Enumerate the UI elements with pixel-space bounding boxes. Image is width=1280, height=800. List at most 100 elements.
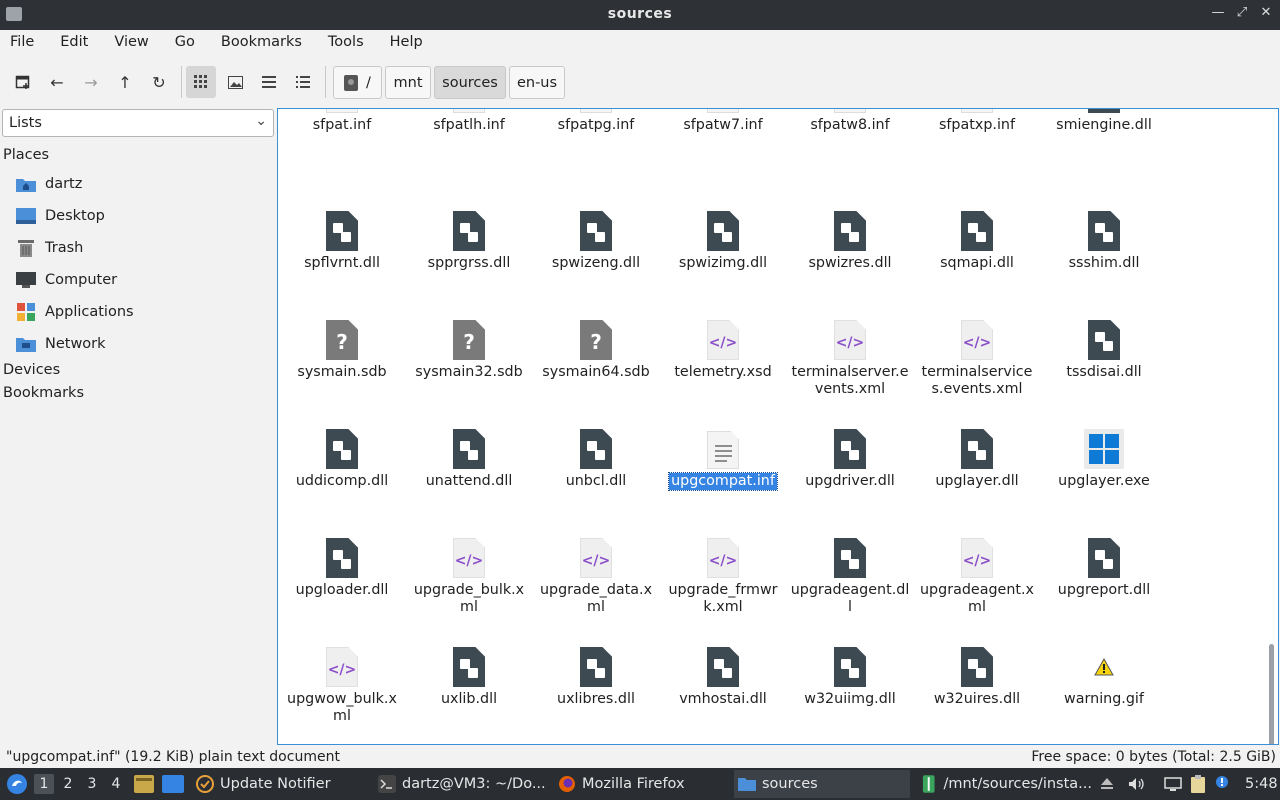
file-item[interactable]: sfpat.inf — [280, 109, 404, 134]
file-manager-launcher[interactable] — [134, 768, 154, 800]
file-name: upglayer.exe — [1058, 473, 1150, 489]
file-item[interactable]: spwizres.dll — [788, 205, 912, 272]
place-home[interactable]: dartz — [16, 171, 82, 197]
file-item[interactable]: ? sysmain64.sdb — [534, 314, 658, 381]
file-item[interactable]: </> upgwow_bulk.xml — [280, 641, 404, 725]
notification-icon[interactable] — [1214, 768, 1230, 800]
file-item[interactable]: sfpatlh.inf — [407, 109, 531, 134]
file-item[interactable]: </> telemetry.xsd — [661, 314, 785, 381]
menu-view[interactable]: View — [114, 30, 158, 56]
new-tab-button[interactable] — [8, 66, 38, 98]
back-button[interactable]: ← — [42, 66, 72, 98]
file-item[interactable]: sfpatw7.inf — [661, 109, 785, 134]
menu-file[interactable]: File — [10, 30, 44, 56]
file-item[interactable]: unbcl.dll — [534, 423, 658, 490]
file-item[interactable]: spprgrss.dll — [407, 205, 531, 272]
file-item[interactable]: ? sysmain32.sdb — [407, 314, 531, 381]
path-segment-mnt[interactable]: mnt — [385, 66, 431, 99]
thumbnail-view-button[interactable] — [220, 66, 250, 98]
menu-help[interactable]: Help — [390, 30, 433, 56]
file-item[interactable]: upgcompat.inf — [661, 423, 785, 491]
file-item[interactable]: vmhostai.dll — [661, 641, 785, 708]
eject-tray-icon[interactable] — [1100, 768, 1114, 800]
detailed-list-view-button[interactable] — [288, 66, 318, 98]
workspace-2[interactable]: 2 — [58, 774, 78, 794]
file-item[interactable]: upgradeagent.dll — [788, 532, 912, 616]
file-item[interactable]: upglayer.exe — [1042, 423, 1166, 490]
path-segment-en-us[interactable]: en-us — [509, 66, 565, 99]
menu-edit[interactable]: Edit — [60, 30, 98, 56]
place-label: Trash — [45, 240, 84, 256]
place-computer[interactable]: Computer — [16, 267, 117, 293]
path-root-button[interactable]: / — [333, 66, 382, 99]
reload-button[interactable]: ↻ — [144, 66, 174, 98]
file-name: tssdisai.dll — [1066, 364, 1142, 380]
library-file-icon — [580, 647, 612, 687]
minimize-button[interactable]: — — [1210, 5, 1226, 20]
menu-bookmarks[interactable]: Bookmarks — [221, 30, 312, 56]
file-item[interactable]: spflvrnt.dll — [280, 205, 404, 272]
task-terminal[interactable]: dartz@VM3: ~/Do... — [374, 770, 548, 798]
file-item[interactable]: upgreport.dll — [1042, 532, 1166, 599]
reload-icon: ↻ — [152, 72, 166, 92]
volume-icon[interactable] — [1128, 768, 1144, 800]
clock[interactable]: 5:48 — [1245, 768, 1278, 800]
maximize-button[interactable]: ⤢ — [1234, 5, 1250, 20]
vertical-scrollbar[interactable] — [1269, 644, 1274, 744]
workspace-3[interactable]: 3 — [82, 774, 102, 794]
file-item[interactable]: </> upgradeagent.xml — [915, 532, 1039, 616]
clipboard-icon[interactable] — [1190, 768, 1206, 800]
task-update-notifier[interactable]: Update Notifier — [192, 770, 368, 798]
file-item[interactable]: uxlib.dll — [407, 641, 531, 708]
menu-tools[interactable]: Tools — [328, 30, 374, 56]
file-item[interactable]: spwizimg.dll — [661, 205, 785, 272]
forward-button[interactable]: → — [76, 66, 106, 98]
workspace-1[interactable]: 1 — [34, 774, 54, 794]
side-pane-mode-select[interactable]: Lists ⌄ — [2, 109, 274, 137]
path-segment-sources[interactable]: sources — [434, 66, 506, 99]
place-network[interactable]: Network — [16, 331, 106, 357]
file-item[interactable]: sfpatxp.inf — [915, 109, 1039, 134]
start-menu-button[interactable] — [6, 768, 28, 800]
file-item[interactable]: sfpatw8.inf — [788, 109, 912, 134]
task-installer[interactable]: /mnt/sources/insta... — [916, 770, 1092, 798]
file-item[interactable]: warning.gif — [1042, 641, 1166, 708]
file-item[interactable]: upgdriver.dll — [788, 423, 912, 490]
show-desktop-launcher[interactable] — [162, 768, 184, 800]
workspace-4[interactable]: 4 — [106, 774, 126, 794]
close-button[interactable]: ✕ — [1258, 5, 1274, 20]
selection-status: "upgcompat.inf" (19.2 KiB) plain text do… — [6, 749, 340, 765]
file-item[interactable]: </> terminalserver.events.xml — [788, 314, 912, 398]
parent-folder-button[interactable]: ↑ — [110, 66, 140, 98]
file-item[interactable]: unattend.dll — [407, 423, 531, 490]
file-item[interactable]: upglayer.dll — [915, 423, 1039, 490]
file-item[interactable]: spwizeng.dll — [534, 205, 658, 272]
file-item[interactable]: upgloader.dll — [280, 532, 404, 599]
task-sources[interactable]: sources — [734, 770, 910, 798]
file-item[interactable]: smiengine.dll — [1042, 109, 1166, 134]
menu-go[interactable]: Go — [175, 30, 205, 56]
bookmarks-heading[interactable]: Bookmarks — [3, 385, 84, 401]
place-applications[interactable]: Applications — [16, 299, 134, 325]
file-item[interactable]: </> upgrade_bulk.xml — [407, 532, 531, 616]
file-item[interactable]: w32uires.dll — [915, 641, 1039, 708]
file-item[interactable]: sqmapi.dll — [915, 205, 1039, 272]
devices-heading[interactable]: Devices — [3, 362, 60, 378]
folder-view[interactable]: sfpat.inf sfpatlh.inf sfpatpg.inf sfpatw7.i… — [277, 108, 1279, 745]
file-item[interactable]: tssdisai.dll — [1042, 314, 1166, 381]
file-item[interactable]: </> upgrade_frmwrk.xml — [661, 532, 785, 616]
file-item[interactable]: ? sysmain.sdb — [280, 314, 404, 381]
file-item[interactable]: w32uiimg.dll — [788, 641, 912, 708]
icon-view-button[interactable] — [186, 66, 216, 98]
file-item[interactable]: ssshim.dll — [1042, 205, 1166, 272]
file-item[interactable]: </> upgrade_data.xml — [534, 532, 658, 616]
file-item[interactable]: sfpatpg.inf — [534, 109, 658, 134]
file-item[interactable]: </> terminalservices.events.xml — [915, 314, 1039, 398]
compact-view-button[interactable] — [254, 66, 284, 98]
file-item[interactable]: uddicomp.dll — [280, 423, 404, 490]
place-trash[interactable]: Trash — [16, 235, 83, 261]
file-item[interactable]: uxlibres.dll — [534, 641, 658, 708]
task-firefox[interactable]: Mozilla Firefox — [554, 770, 730, 798]
network-status-icon[interactable] — [1164, 768, 1182, 800]
place-desktop[interactable]: Desktop — [16, 203, 105, 229]
